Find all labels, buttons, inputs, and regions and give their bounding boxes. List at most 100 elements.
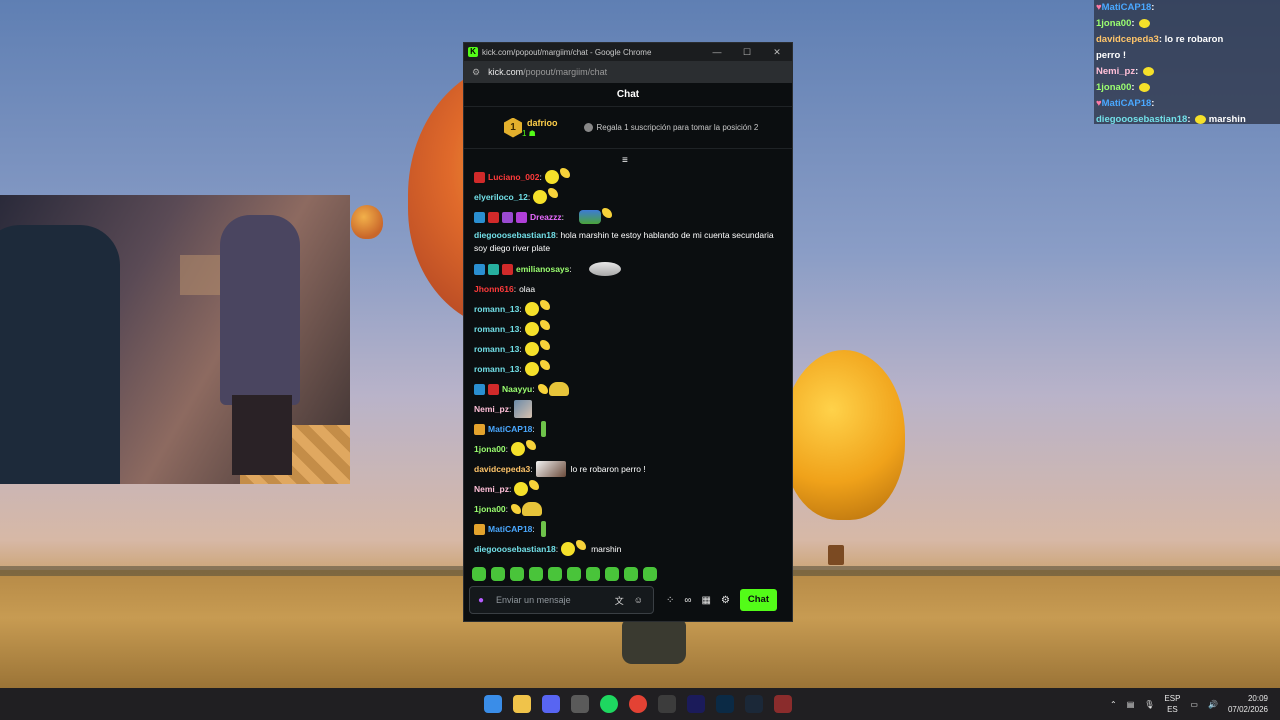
chat-username[interactable]: 1jona00 [474, 504, 506, 514]
quick-emote-button[interactable] [643, 567, 657, 581]
photoshop-icon[interactable] [716, 695, 734, 713]
chat-username[interactable]: Dreazzz [530, 212, 562, 222]
url-path: /popout/margiim/chat [523, 67, 608, 77]
chat-username[interactable]: romann_13 [474, 344, 519, 354]
chat-username[interactable]: Jhonn616 [474, 284, 514, 294]
chat-input-placeholder: Enviar un mensaje [496, 595, 571, 605]
tray-app-icon[interactable]: ▤ [1127, 700, 1135, 709]
window-titlebar[interactable]: K kick.com/popout/margiim/chat - Google … [464, 43, 792, 61]
system-tray: ⌃ ▤ 🎙 ESP ES ▭ 🔊 20:09 07/02/2026 [1110, 688, 1268, 720]
chat-message: romann_13: [474, 359, 786, 379]
emote-icon [524, 302, 539, 316]
overlay-text: lo re robaron [1164, 34, 1224, 45]
emote-icon [559, 168, 570, 178]
dancer-emote-icon [540, 421, 546, 437]
emoji-icon[interactable]: ☺ [634, 595, 643, 605]
emote-icon [602, 208, 613, 218]
chat-message: romann_13: [474, 339, 786, 359]
picture-emote-icon [514, 400, 533, 418]
chat-username[interactable]: MatiCAP18 [488, 524, 532, 534]
overlay-line: diegooosebastian18: marshin [1096, 114, 1246, 125]
chat-username[interactable]: diegooosebastian18 [474, 230, 556, 240]
emote-icon [1195, 114, 1207, 124]
chat-username[interactable]: romann_13 [474, 324, 519, 334]
start-menu-icon[interactable] [484, 695, 502, 713]
language-indicator[interactable]: ESP ES [1164, 693, 1180, 715]
file-explorer-icon[interactable] [513, 695, 531, 713]
quick-emote-button[interactable] [548, 567, 562, 581]
wallpaper-jeep [622, 620, 686, 664]
keyboard-layout: ES [1167, 705, 1178, 714]
network-icon[interactable]: ▭ [1190, 700, 1198, 709]
chat-username[interactable]: 1jona00 [474, 444, 506, 454]
taco-emote-icon [522, 502, 543, 516]
chevron-up-icon[interactable]: ⌃ [1110, 700, 1117, 709]
chat-username[interactable]: Nemi_pz [474, 404, 509, 414]
chat-username[interactable]: Nemi_pz [474, 484, 509, 494]
gift-sub-text: Regala 1 suscripción para tomar la posic… [596, 123, 759, 132]
steam-icon[interactable] [745, 695, 763, 713]
quick-emote-button[interactable] [529, 567, 543, 581]
crown-badge-icon [474, 423, 485, 435]
chat-username[interactable]: romann_13 [474, 304, 519, 314]
overlay-username: MatiCAP18 [1101, 98, 1152, 109]
minimize-button[interactable]: — [702, 47, 732, 57]
chat-header: Chat [464, 83, 792, 107]
translate-icon[interactable]: 文 [615, 594, 624, 607]
volume-icon[interactable]: 🔊 [1208, 700, 1218, 709]
quick-emote-button[interactable] [624, 567, 638, 581]
sub-badge-icon [474, 171, 485, 183]
maximize-button[interactable]: ☐ [732, 47, 762, 58]
quick-emote-button[interactable] [567, 567, 581, 581]
app-icon[interactable] [658, 695, 676, 713]
chat-username[interactable]: Luciano_002 [488, 172, 540, 182]
quick-emote-button[interactable] [586, 567, 600, 581]
mic-icon[interactable]: ● [478, 595, 484, 606]
gift-sub-prompt[interactable]: Regala 1 suscripción para tomar la posic… [583, 123, 759, 132]
settings-gear-icon[interactable]: ⚙ [721, 595, 730, 606]
chat-message: elyeriloco_12: [474, 187, 786, 207]
overlay-username: 1jona00 [1096, 82, 1132, 93]
premiere-pro-icon[interactable] [687, 695, 705, 713]
og-badge-icon [474, 263, 485, 275]
chat-username[interactable]: Naayyu [502, 384, 532, 394]
window-title: kick.com/popout/margiim/chat - Google Ch… [482, 47, 652, 57]
chat-username[interactable]: diegooosebastian18 [474, 544, 556, 554]
crown-badge-icon [474, 523, 485, 535]
quick-emote-button[interactable] [491, 567, 505, 581]
quick-emote-button[interactable] [605, 567, 619, 581]
system-clock[interactable]: 20:09 07/02/2026 [1228, 693, 1268, 715]
kick-points-icon[interactable]: ⁘ [666, 595, 674, 606]
emote-icon [539, 320, 550, 330]
chat-username[interactable]: romann_13 [474, 364, 519, 374]
send-chat-button[interactable]: Chat [739, 589, 777, 611]
site-settings-icon[interactable]: ⚙ [472, 67, 480, 78]
close-button[interactable]: ✕ [762, 47, 792, 58]
obs-icon[interactable] [571, 695, 589, 713]
infinity-icon[interactable]: ∞ [684, 595, 691, 606]
quick-emote-button[interactable] [510, 567, 524, 581]
discord-icon[interactable] [542, 695, 560, 713]
chat-message: MatiCAP18: [474, 519, 786, 539]
chat-message: Naayyu: [474, 379, 786, 399]
chat-username[interactable]: emilianosays [516, 264, 569, 274]
frog-emote-icon [579, 210, 602, 224]
emote-icon [1139, 82, 1151, 92]
store-icon[interactable]: ▦ [702, 595, 711, 606]
microphone-icon[interactable]: 🎙 [1144, 700, 1154, 709]
filter-icon[interactable]: ≡ [622, 155, 628, 166]
spotify-icon[interactable] [600, 695, 618, 713]
emote-icon [544, 170, 559, 184]
app-icon[interactable] [774, 695, 792, 713]
quick-emote-button[interactable] [472, 567, 486, 581]
emote-icon [539, 340, 550, 350]
wallpaper-balloon-basket [828, 545, 844, 565]
chat-username[interactable]: MatiCAP18 [488, 424, 532, 434]
leaderboard-entry[interactable]: dafrioo 1 ☗ [522, 117, 558, 139]
emote-icon [561, 542, 576, 556]
chat-username[interactable]: davidcepeda3 [474, 464, 530, 474]
chat-username[interactable]: elyeriloco_12 [474, 192, 528, 202]
chrome-icon[interactable] [629, 695, 647, 713]
address-bar[interactable]: ⚙ kick.com/popout/margiim/chat [464, 61, 792, 83]
chat-message-input[interactable]: ● Enviar un mensaje 文 ☺ [469, 586, 654, 614]
